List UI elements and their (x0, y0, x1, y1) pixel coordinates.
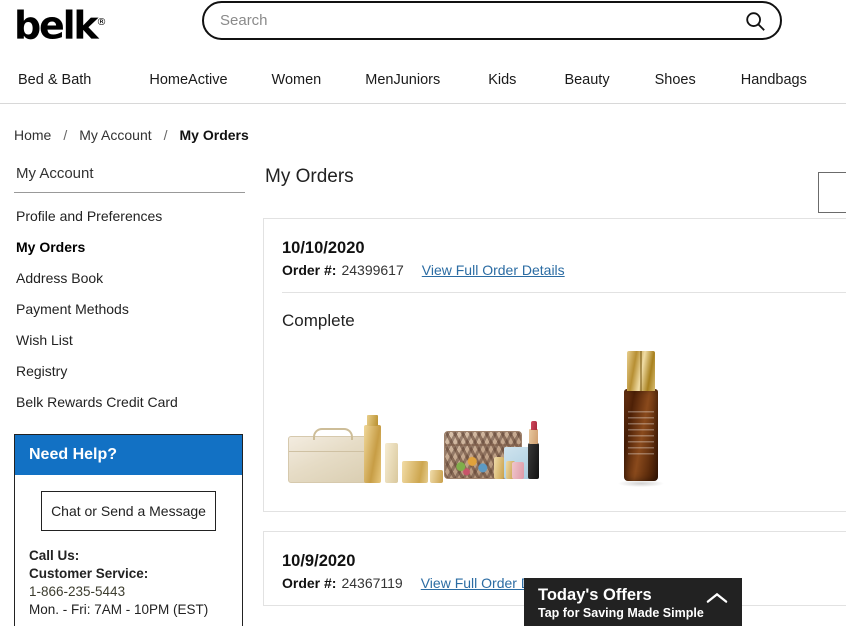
order-item-thumbnail[interactable] (602, 339, 762, 489)
main-navigation: Bed & Bath Home Active Women Men Juniors… (0, 56, 846, 104)
customer-service-label: Customer Service: (29, 566, 149, 581)
call-us-label: Call Us: (29, 548, 80, 563)
gold-pump-bottle-icon (364, 415, 381, 483)
need-help-panel: Need Help? Chat or Send a Message Call U… (14, 434, 243, 626)
sidebar-item-registry[interactable]: Registry (14, 356, 245, 387)
nav-item-men[interactable]: Men (365, 68, 393, 92)
breadcrumb-item-my-orders: My Orders (179, 127, 249, 143)
floral-pattern-icon (452, 451, 496, 477)
lipstick-icon (528, 421, 539, 479)
pink-compact-icon (512, 462, 524, 479)
order-card: 10/10/2020 Order #: 24399617 View Full O… (263, 218, 846, 512)
order-number-value: 24367119 (341, 575, 403, 591)
order-item-thumbnails (264, 337, 846, 511)
sidebar-item-my-orders[interactable]: My Orders (14, 232, 245, 263)
sidebar-item-address-book[interactable]: Address Book (14, 263, 245, 294)
todays-offers-subtitle: Tap for Saving Made Simple (538, 606, 704, 620)
breadcrumb-separator: / (163, 127, 168, 143)
gold-cream-jar-icon (402, 461, 428, 483)
main-content: My Orders 10/10/2020 Order #: 24399617 V… (263, 160, 846, 606)
order-header: 10/10/2020 Order #: 24399617 View Full O… (264, 219, 846, 292)
order-item-thumbnail[interactable] (442, 339, 602, 489)
order-date: 10/9/2020 (282, 552, 356, 570)
bottle-shadow (618, 480, 664, 487)
order-number-label: Order #: (282, 575, 337, 591)
orders-filter-control[interactable] (818, 172, 846, 213)
search-bar[interactable] (202, 1, 782, 40)
todays-offers-bar[interactable]: Today's Offers Tap for Saving Made Simpl… (524, 578, 742, 626)
sidebar-item-profile-and-preferences[interactable]: Profile and Preferences (14, 201, 245, 232)
nav-item-beauty[interactable]: Beauty (564, 68, 609, 92)
sidebar-item-belk-rewards-credit-card[interactable]: Belk Rewards Credit Card (14, 387, 245, 418)
sidebar-item-wish-list[interactable]: Wish List (14, 325, 245, 356)
order-date: 10/10/2020 (282, 239, 365, 257)
sidebar-title: My Account (16, 165, 94, 182)
order-number-label: Order #: (282, 262, 337, 278)
gold-cosmetic-bag-icon (288, 428, 374, 483)
serum-label-icon (628, 411, 654, 455)
nav-item-active[interactable]: Active (188, 68, 228, 92)
breadcrumb-item-home[interactable]: Home (14, 127, 51, 143)
search-icon[interactable] (744, 10, 766, 32)
nav-item-bed-and-bath[interactable]: Bed & Bath (18, 68, 91, 92)
chevron-up-icon[interactable] (706, 591, 728, 605)
logo-text: belk (14, 3, 99, 48)
nav-item-kids[interactable]: Kids (488, 68, 516, 92)
account-sidebar: My Account Profile and Preferences My Or… (14, 163, 245, 418)
nav-item-women[interactable]: Women (272, 68, 322, 92)
gold-tube-icon (385, 443, 398, 483)
sidebar-divider (14, 192, 245, 193)
serum-gold-cap-icon (627, 351, 655, 391)
customer-service-hours: Mon. - Fri: 7AM - 10PM (EST) (29, 602, 209, 617)
order-item-thumbnail[interactable] (282, 339, 443, 489)
view-full-order-details-link[interactable]: View Full Order Details (422, 262, 565, 278)
logo-trademark: ® (96, 17, 107, 28)
breadcrumb-separator: / (63, 127, 68, 143)
nav-item-handbags[interactable]: Handbags (741, 68, 807, 92)
nav-item-juniors[interactable]: Juniors (393, 68, 440, 92)
page-root: belk® Bed & Bath Home Active Women Men J… (0, 0, 846, 626)
nav-item-home[interactable]: Home (149, 68, 188, 92)
nav-item-shoes[interactable]: Shoes (655, 68, 696, 92)
need-help-heading: Need Help? (15, 435, 242, 475)
order-number-value: 24399617 (341, 262, 404, 278)
site-header: belk® (0, 0, 846, 56)
gold-mini-bottle-icon (494, 457, 504, 479)
todays-offers-title: Today's Offers (538, 586, 652, 604)
chat-or-send-message-button[interactable]: Chat or Send a Message (41, 491, 216, 531)
customer-service-phone[interactable]: 1-866-235-5443 (29, 583, 228, 601)
sidebar-item-payment-methods[interactable]: Payment Methods (14, 294, 245, 325)
order-meta: Order #: 24399617 View Full Order Detail… (282, 262, 846, 278)
page-title: My Orders (265, 166, 354, 187)
breadcrumb: Home / My Account / My Orders (14, 127, 249, 143)
search-input[interactable] (220, 3, 740, 38)
breadcrumb-item-my-account[interactable]: My Account (79, 127, 151, 143)
order-status: Complete (282, 311, 355, 330)
belk-logo[interactable]: belk® (14, 2, 106, 47)
need-help-body: Chat or Send a Message Call Us: Customer… (15, 475, 242, 626)
